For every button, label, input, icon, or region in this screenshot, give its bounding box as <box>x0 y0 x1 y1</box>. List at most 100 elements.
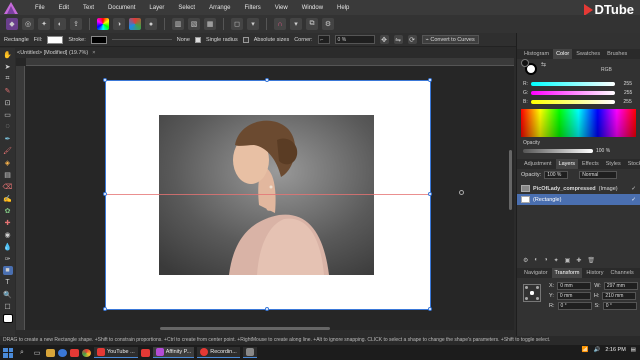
horizontal-scrollbar[interactable] <box>160 327 330 330</box>
levels-icon[interactable] <box>129 18 141 30</box>
menu-window[interactable]: Window <box>295 5 330 11</box>
stroke-color-circle[interactable] <box>521 59 529 67</box>
persona-export-icon[interactable]: ⇪ <box>70 18 82 30</box>
network-icon[interactable]: 📶 <box>582 347 589 353</box>
handle-bottom-left[interactable] <box>103 307 107 311</box>
anchor-grid-icon[interactable] <box>523 284 541 302</box>
transform-icon[interactable]: ✥ <box>379 35 389 44</box>
menu-edit[interactable]: Edit <box>52 5 76 11</box>
gradient-tool-icon[interactable]: ▤ <box>3 170 13 179</box>
single-radius-checkbox[interactable] <box>194 36 201 43</box>
pen-tool-icon[interactable]: ✑ <box>3 254 13 263</box>
clock[interactable]: 2:16 PM <box>605 347 625 353</box>
crop-tool-icon[interactable]: ⌗ <box>3 74 13 83</box>
fill-swatch[interactable] <box>47 35 64 44</box>
tab-brushes[interactable]: Brushes <box>604 49 630 59</box>
menu-document[interactable]: Document <box>101 5 142 11</box>
browser-icon[interactable] <box>58 348 67 357</box>
tab-transform[interactable]: Transform <box>551 268 583 278</box>
marquee-tool-icon[interactable]: ▭ <box>3 110 13 119</box>
adjustment-layer-icon[interactable]: ◑ <box>544 257 548 264</box>
redeye-tool-icon[interactable]: ◉ <box>3 230 13 239</box>
menu-file[interactable]: File <box>28 5 52 11</box>
x-input[interactable]: 0 mm <box>557 282 592 290</box>
tab-channels[interactable]: Channels <box>608 268 637 278</box>
w-input[interactable]: 297 mm <box>603 282 638 290</box>
blue-slider[interactable] <box>530 99 615 104</box>
freehand-select-icon[interactable]: ◌ <box>3 122 13 131</box>
menu-view[interactable]: View <box>268 5 295 11</box>
corner-value-input[interactable]: 0 % <box>334 35 375 44</box>
shear-input[interactable]: 0 ° <box>602 302 637 310</box>
grid-icon[interactable]: ▦ <box>204 18 216 30</box>
opacity-value[interactable]: 100 % <box>596 148 610 154</box>
contrast-icon[interactable]: ◑ <box>113 18 125 30</box>
menu-text[interactable]: Text <box>76 5 101 11</box>
color-wheel-icon[interactable] <box>97 18 109 30</box>
text-tool-icon[interactable]: T <box>3 278 13 287</box>
tab-navigator[interactable]: Navigator <box>521 268 551 278</box>
explorer-icon[interactable] <box>46 348 55 357</box>
menu-filters[interactable]: Filters <box>237 5 267 11</box>
white-balance-icon[interactable]: ● <box>145 18 157 30</box>
arrange-icon[interactable]: ⧉ <box>306 18 318 30</box>
quick-mask-icon[interactable]: ▥ <box>172 18 184 30</box>
tab-layers[interactable]: Layers <box>555 159 579 169</box>
menu-select[interactable]: Select <box>171 5 202 11</box>
taskbar-extra[interactable] <box>242 347 257 358</box>
handle-top-mid[interactable] <box>265 78 269 82</box>
healing-tool-icon[interactable]: ✚ <box>3 218 13 227</box>
taskview-icon[interactable]: ▭ <box>31 347 43 359</box>
group-layer-icon[interactable]: ▣ <box>565 257 571 264</box>
handle-top-left[interactable] <box>103 78 107 82</box>
delete-layer-icon[interactable]: 🗑 <box>587 257 595 264</box>
opacity-slider[interactable] <box>523 148 593 153</box>
color-spectrum[interactable] <box>521 109 636 137</box>
red-value[interactable]: 255 <box>618 81 632 87</box>
mask-icon[interactable]: ◻ <box>231 18 243 30</box>
rotation-handle-icon[interactable] <box>459 190 464 195</box>
absolute-sizes-checkbox[interactable] <box>242 36 249 43</box>
taskbar-youtube[interactable]: YouTube ... <box>94 347 138 358</box>
notification-icon[interactable]: ▤ <box>631 347 636 353</box>
app-icon[interactable] <box>70 348 79 357</box>
flood-select-icon[interactable]: ⊡ <box>3 98 13 107</box>
rectangle-tool-icon[interactable]: ■ <box>2 266 13 275</box>
selection-brush-icon[interactable]: ✎ <box>3 86 13 95</box>
green-value[interactable]: 255 <box>618 90 632 96</box>
clone-tool-icon[interactable]: ✿ <box>3 206 13 215</box>
handle-bottom-mid[interactable] <box>265 307 269 311</box>
assistant-icon[interactable]: ⚙ <box>322 18 334 30</box>
move-tool-icon[interactable]: ✋ <box>3 50 13 59</box>
tab-effects[interactable]: Effects <box>579 159 602 169</box>
taskbar-recording[interactable]: Recordin... <box>197 347 240 358</box>
volume-icon[interactable]: 🔊 <box>593 347 600 353</box>
close-icon[interactable]: × <box>92 50 95 56</box>
pointer-tool-icon[interactable]: ➤ <box>3 62 13 71</box>
tab-history[interactable]: History <box>583 268 606 278</box>
color-picker-icon[interactable]: ✒ <box>3 134 13 143</box>
erase-tool-icon[interactable]: ⌫ <box>3 182 13 191</box>
h-input[interactable]: 210 mm <box>602 292 637 300</box>
blue-value[interactable]: 255 <box>618 99 631 105</box>
vertical-scrollbar[interactable] <box>509 150 512 210</box>
swap-colors-icon[interactable]: ⇆ <box>541 61 546 68</box>
red-slider[interactable] <box>531 81 615 86</box>
live-filter-icon[interactable]: ✦ <box>554 257 559 264</box>
chrome-icon[interactable] <box>82 348 91 357</box>
handle-bottom-right[interactable] <box>428 307 432 311</box>
view-tool-icon[interactable]: ☐ <box>3 302 13 311</box>
layer-row[interactable]: (Rectangle) ✓ <box>517 194 640 205</box>
fill-tool-icon[interactable]: ◈ <box>3 158 13 167</box>
tab-stock[interactable]: Stock <box>625 159 640 169</box>
handle-mid-right[interactable] <box>428 192 432 196</box>
convert-to-curves-button[interactable]: ⌁ Convert to Curves <box>421 35 479 44</box>
primary-color-icon[interactable] <box>2 314 13 323</box>
blur-tool-icon[interactable]: 💧 <box>3 242 13 251</box>
menu-arrange[interactable]: Arrange <box>202 5 237 11</box>
selection-icon[interactable]: ▧ <box>188 18 200 30</box>
stroke-width-slider[interactable] <box>111 39 172 40</box>
rotation-input[interactable]: 0 ° <box>557 302 592 310</box>
stroke-style[interactable]: None <box>177 37 190 43</box>
search-icon[interactable]: ⌕ <box>16 347 28 359</box>
